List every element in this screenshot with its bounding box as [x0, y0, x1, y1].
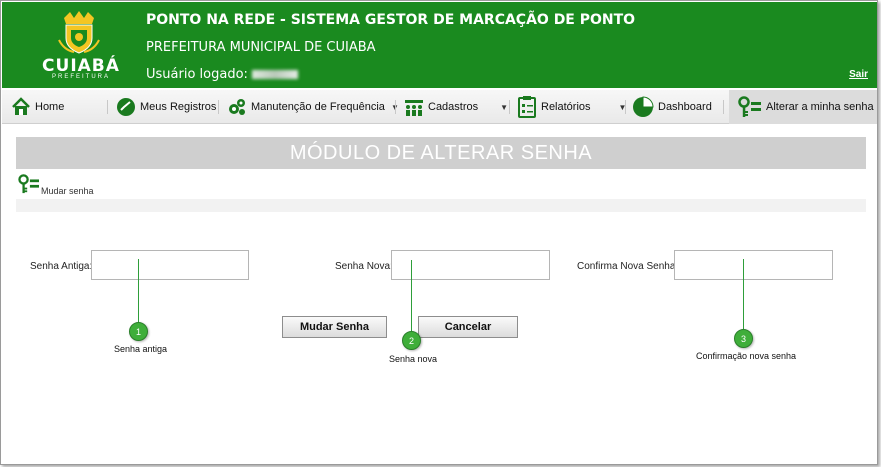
new-password-input[interactable]: [391, 250, 550, 280]
pie-chart-icon: [633, 96, 654, 117]
app-window: CUIABÁ PREFEITURA PONTO NA REDE - SISTEM…: [0, 0, 878, 465]
menu-dashboard-label: Dashboard: [658, 101, 712, 113]
check-circle-icon: [117, 98, 135, 116]
logged-user: Usuário logado:: [146, 67, 298, 82]
menu-separator: [218, 100, 219, 114]
callout-2-line: [411, 260, 412, 332]
breadcrumb[interactable]: Mudar senha: [41, 186, 94, 196]
menu-cadastros-label: Cadastros: [428, 101, 479, 113]
menu-separator: [625, 100, 626, 114]
menu-dashboard[interactable]: Dashboard: [632, 90, 712, 124]
change-password-button[interactable]: Mudar Senha: [282, 316, 387, 338]
callout-3-badge: 3: [734, 329, 753, 348]
new-password-label: Senha Nova:: [335, 261, 393, 272]
callout-3-text: Confirmação nova senha: [696, 351, 797, 361]
menu-manutencao-frequencia[interactable]: Manutenção de Frequência ▼: [227, 90, 399, 124]
home-icon: [12, 97, 30, 115]
confirm-password-input[interactable]: [674, 250, 833, 280]
callout-3-line: [743, 259, 744, 331]
page-title: MÓDULO DE ALTERAR SENHA: [16, 137, 866, 169]
old-password-label: Senha Antiga:: [30, 261, 93, 272]
redacted-username: [251, 70, 298, 79]
menu-relatorios-label: Relatórios: [541, 101, 591, 113]
menu-cadastros[interactable]: Cadastros ▼: [404, 90, 508, 124]
header: CUIABÁ PREFEITURA PONTO NA REDE - SISTEM…: [2, 2, 877, 88]
logged-user-label: Usuário logado:: [146, 67, 248, 82]
organization-name: PREFEITURA MUNICIPAL DE CUIABA: [146, 40, 376, 55]
callout-1-badge: 1: [129, 322, 148, 341]
key-icon: [738, 96, 761, 117]
menu-meus-registros-label: Meus Registros: [140, 101, 217, 113]
cancel-button[interactable]: Cancelar: [418, 316, 518, 338]
menu-separator: [107, 100, 108, 114]
logo-subtext: PREFEITURA: [51, 74, 110, 80]
menu-home[interactable]: Home: [11, 90, 64, 124]
chevron-down-icon: ▼: [500, 102, 509, 112]
key-icon: [18, 174, 39, 194]
menu-separator: [509, 100, 510, 114]
cuiaba-logo: CUIABÁ PREFEITURA: [34, 10, 124, 82]
callout-2-badge: 2: [402, 331, 421, 350]
logo-wordmark: CUIABÁ: [42, 56, 120, 76]
coat-of-arms-icon: [58, 11, 100, 54]
callout-1-text: Senha antiga: [114, 344, 168, 354]
logout-link[interactable]: Sair: [849, 69, 868, 80]
gears-icon: [229, 99, 245, 115]
menu-alterar-senha-label: Alterar a minha senha: [766, 101, 874, 113]
system-title: PONTO NA REDE - SISTEMA GESTOR DE MARCAÇ…: [146, 12, 636, 28]
menu-manutencao-frequencia-label: Manutenção de Frequência: [251, 101, 385, 113]
breadcrumb-divider: [16, 199, 866, 212]
callout-2-text: Senha nova: [389, 354, 438, 364]
menu-home-label: Home: [35, 101, 65, 113]
menu-separator: [723, 100, 724, 114]
report-icon: [518, 96, 536, 118]
menu-meus-registros[interactable]: Meus Registros: [116, 90, 216, 124]
people-icon: [405, 100, 423, 116]
confirm-password-label: Confirma Nova Senha:: [577, 261, 679, 272]
main-menu: Home Meus Registros Manutenção de Frequê…: [2, 90, 877, 124]
menu-relatorios[interactable]: Relatórios ▼: [517, 90, 626, 124]
menu-alterar-senha[interactable]: Alterar a minha senha: [729, 90, 877, 124]
old-password-input[interactable]: [91, 250, 249, 280]
callout-1-line: [138, 259, 139, 324]
menu-separator: [395, 100, 396, 114]
